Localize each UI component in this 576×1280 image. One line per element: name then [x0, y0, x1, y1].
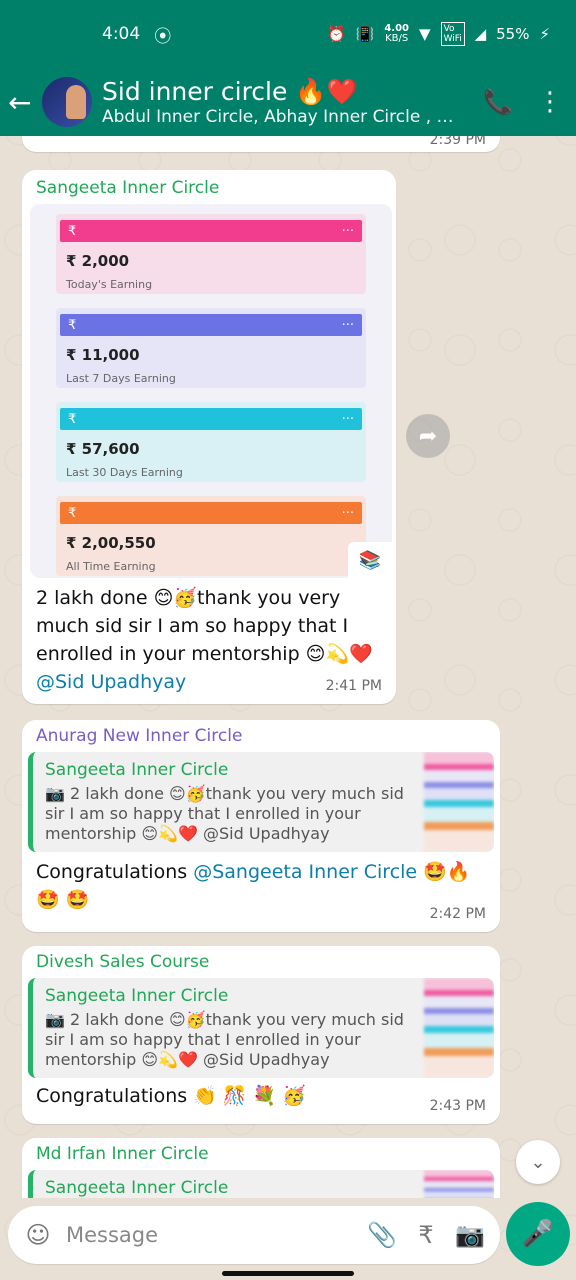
more-options-icon[interactable]: ⋮ — [524, 87, 576, 117]
earnings-image[interactable]: ₹ ··· ₹ 2,000 Today's Earning ₹ ··· ₹ 11,0… — [30, 204, 392, 578]
message-bubble[interactable]: Divesh Sales Course Sangeeta Inner Circl… — [22, 946, 500, 1124]
rupee-icon: ₹ — [68, 505, 77, 521]
earning-label: Today's Earning — [66, 278, 153, 291]
group-members: Abdul Inner Circle, Abhay Inner Circle ,… — [102, 107, 462, 127]
status-bar: 4:04 ⦿ ⏰ 📳 4.00 KB/S ▼ Vo WiFi ◢ 55% ⚡ — [0, 0, 576, 68]
group-title: Sid inner circle 🔥❤️ — [102, 77, 358, 106]
sender-name[interactable]: Anurag New Inner Circle — [36, 726, 242, 746]
battery-percent: 55% — [496, 25, 530, 43]
alarm-icon: ⏰ — [326, 25, 346, 43]
message-body: 2 lakh done 😊🥳thank you very much sid si… — [36, 587, 373, 665]
earning-label: Last 30 Days Earning — [66, 466, 183, 479]
message-text: Congratulations @Sangeeta Inner Circle 🤩… — [36, 858, 486, 914]
quoted-message[interactable]: Sangeeta Inner Circle — [28, 1170, 494, 1198]
message-time: 2:41 PM — [325, 678, 382, 694]
message-text: Congratulations 👏 🎊 💐 🥳 — [36, 1085, 306, 1107]
menu-dots-icon: ··· — [341, 223, 354, 239]
rupee-icon: ₹ — [68, 223, 77, 239]
chat-messages[interactable]: 2:39 PM Sangeeta Inner Circle ₹ ··· ₹ 2,0… — [0, 136, 576, 1198]
earning-amount: ₹ 2,000 — [66, 252, 130, 270]
books-logo-icon: 📚 — [348, 542, 392, 578]
hotspot-icon: ⦿ — [154, 26, 172, 47]
group-avatar[interactable] — [42, 77, 92, 127]
quoted-message[interactable]: Sangeeta Inner Circle 📷 2 lakh done 😊🥳th… — [28, 752, 494, 852]
scroll-to-bottom-icon[interactable]: ⌄ — [516, 1140, 560, 1184]
earning-amount: ₹ 2,00,550 — [66, 534, 156, 552]
message-time: 2:39 PM — [429, 136, 486, 148]
data-rate: 4.00 KB/S — [384, 24, 409, 44]
add-call-icon[interactable]: 📞 — [472, 88, 524, 116]
camera-icon[interactable]: 📷 — [454, 1221, 486, 1249]
message-bubble[interactable]: Sangeeta Inner Circle ₹ ··· ₹ 2,000 Today… — [22, 170, 396, 704]
rupee-icon: ₹ — [68, 411, 77, 427]
mention-link[interactable]: @Sangeeta Inner Circle — [193, 861, 417, 883]
message-bubble[interactable]: Anurag New Inner Circle Sangeeta Inner C… — [22, 720, 500, 932]
sender-name[interactable]: Md Irfan Inner Circle — [36, 1144, 209, 1164]
earning-card: ₹ ··· ₹ 2,000 Today's Earning — [56, 214, 366, 294]
earning-amount: ₹ 11,000 — [66, 346, 140, 364]
earning-amount: ₹ 57,600 — [66, 440, 140, 458]
earning-card: ₹ ··· ₹ 11,000 Last 7 Days Earning — [56, 308, 366, 388]
earning-label: All Time Earning — [66, 560, 156, 573]
vibrate-icon: 📳 — [355, 25, 375, 43]
emoji-icon[interactable]: ☺ — [22, 1221, 54, 1249]
quoted-image-thumbnail — [424, 1170, 494, 1198]
status-time: 4:04 — [102, 24, 141, 44]
gesture-nav-bar[interactable] — [222, 1271, 354, 1276]
app-bar: ← Sid inner circle 🔥❤️ Abdul Inner Circl… — [0, 68, 576, 136]
message-input[interactable] — [66, 1223, 354, 1247]
message-body: Congratulations — [36, 861, 194, 883]
quoted-text: 📷 2 lakh done 😊🥳thank you very much sid … — [45, 784, 404, 843]
message-time: 2:42 PM — [429, 906, 486, 922]
signal-icon: ◢ — [474, 25, 487, 43]
back-arrow-icon[interactable]: ← — [8, 86, 42, 119]
message-time: 2:43 PM — [429, 1098, 486, 1114]
message-bubble-previous[interactable]: 2:39 PM — [22, 136, 500, 152]
microphone-icon[interactable]: 🎤 — [506, 1202, 570, 1266]
sender-name[interactable]: Divesh Sales Course — [36, 952, 209, 972]
quoted-image-thumbnail — [424, 752, 494, 852]
wifi-icon: ▼ — [419, 25, 431, 43]
charging-icon: ⚡ — [539, 25, 550, 43]
attach-icon[interactable]: 📎 — [366, 1221, 398, 1249]
chat-header: 4:04 ⦿ ⏰ 📳 4.00 KB/S ▼ Vo WiFi ◢ 55% ⚡ ←… — [0, 0, 576, 136]
earning-card: ₹ ··· ₹ 57,600 Last 30 Days Earning — [56, 402, 366, 482]
quoted-message[interactable]: Sangeeta Inner Circle 📷 2 lakh done 😊🥳th… — [28, 978, 494, 1078]
data-rate-unit: KB/S — [385, 33, 409, 44]
quoted-text: 📷 2 lakh done 😊🥳thank you very much sid … — [45, 1010, 404, 1069]
mention-link[interactable]: @Sid Upadhyay — [36, 671, 186, 693]
sender-name[interactable]: Sangeeta Inner Circle — [36, 178, 219, 198]
menu-dots-icon: ··· — [341, 411, 354, 427]
group-info[interactable]: Sid inner circle 🔥❤️ Abdul Inner Circle,… — [102, 77, 472, 127]
message-bubble[interactable]: Md Irfan Inner Circle Sangeeta Inner Cir… — [22, 1138, 500, 1198]
earning-card: ₹ ··· ₹ 2,00,550 All Time Earning — [56, 496, 366, 576]
forward-icon[interactable]: ➦ — [406, 414, 450, 458]
quoted-image-thumbnail — [424, 978, 494, 1078]
vowifi-badge: Vo WiFi — [440, 22, 465, 46]
menu-dots-icon: ··· — [341, 505, 354, 521]
message-composer: ☺ 📎 ₹ 📷 — [8, 1206, 500, 1264]
menu-dots-icon: ··· — [341, 317, 354, 333]
rupee-icon: ₹ — [68, 317, 77, 333]
earning-label: Last 7 Days Earning — [66, 372, 176, 385]
payment-icon[interactable]: ₹ — [410, 1221, 442, 1249]
